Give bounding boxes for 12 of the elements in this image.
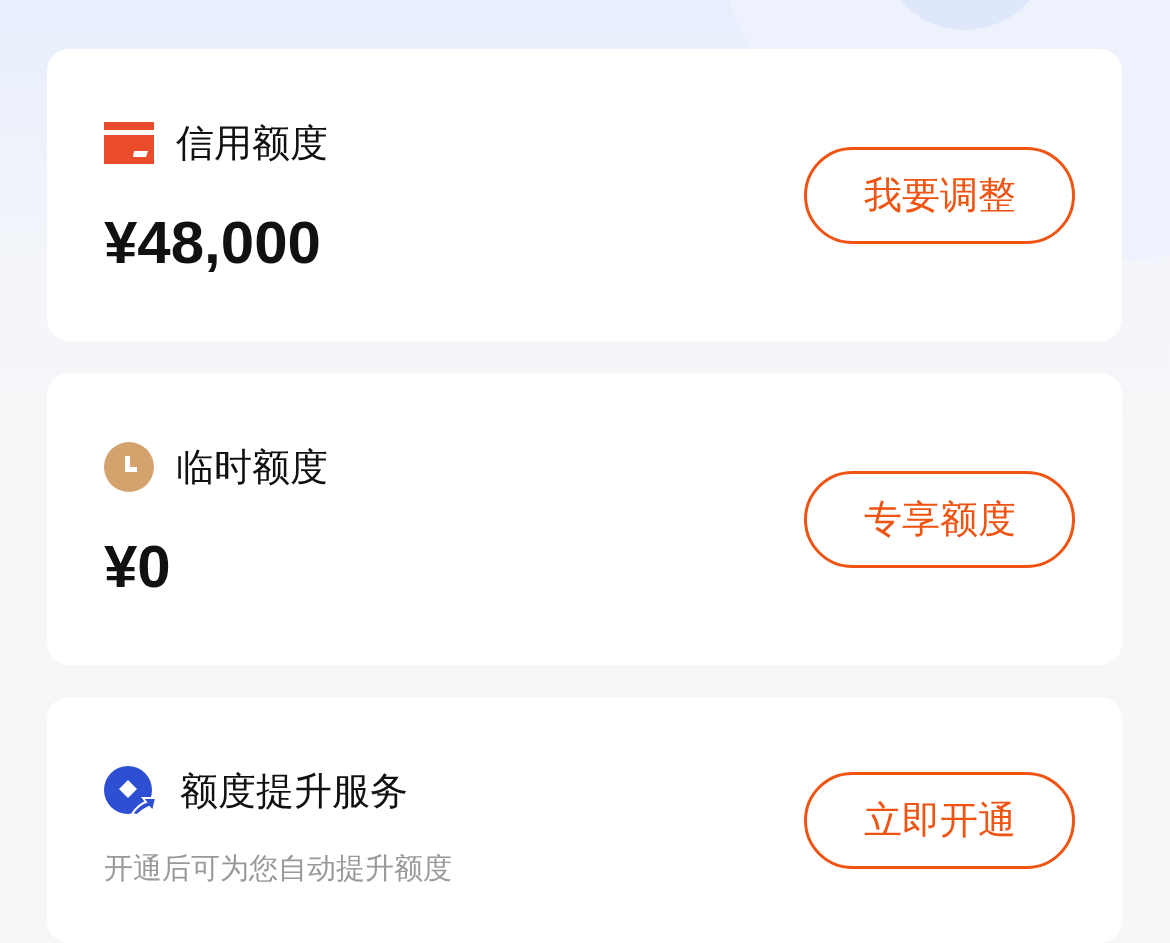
description-text: 开通后可为您自动提升额度 xyxy=(104,850,452,887)
amount-value: ¥0 xyxy=(104,535,172,599)
card-title: 额度提升服务 xyxy=(180,768,408,815)
card-title: 信用额度 xyxy=(176,120,328,167)
action-button[interactable]: 专享额度 xyxy=(804,470,1075,568)
card-icon xyxy=(104,122,154,164)
action-button[interactable]: 我要调整 xyxy=(804,146,1075,244)
coin-arrow-icon xyxy=(104,766,158,816)
amount-value: ¥48,000 xyxy=(104,211,322,275)
action-button[interactable]: 立即开通 xyxy=(804,771,1075,869)
card-title: 临时额度 xyxy=(176,444,328,491)
clock-icon xyxy=(104,442,154,492)
